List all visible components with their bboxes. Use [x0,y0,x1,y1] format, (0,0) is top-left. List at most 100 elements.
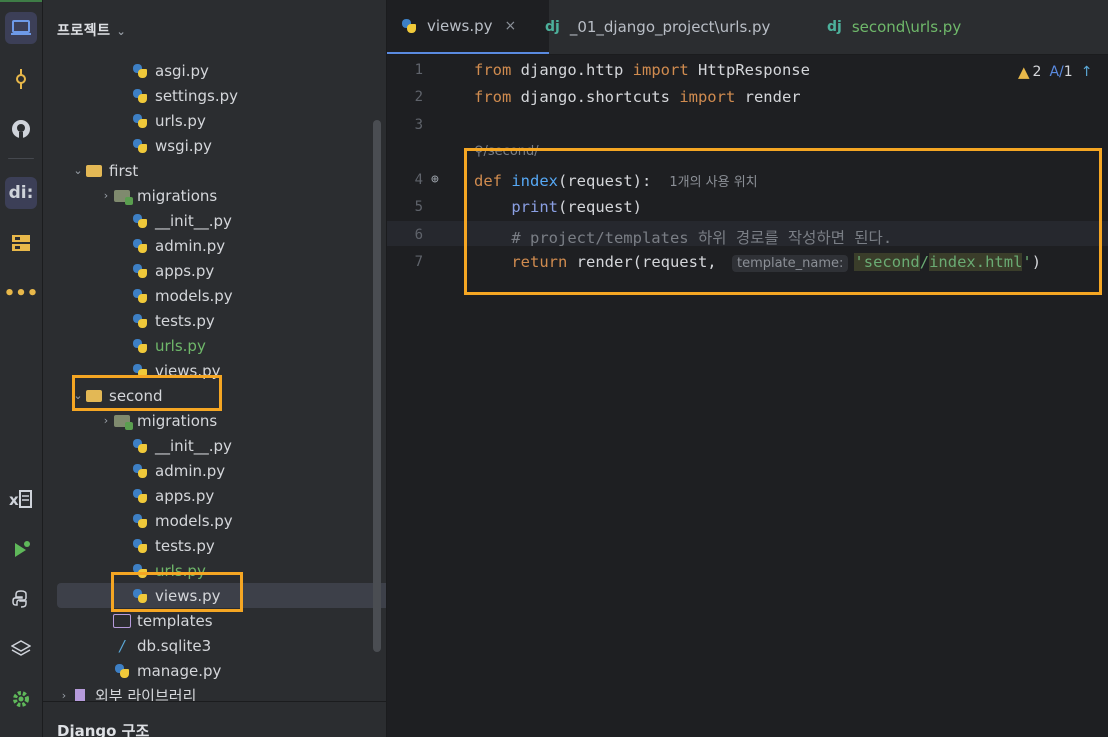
django-file-icon: dj [545,19,560,35]
tree-item[interactable]: admin.py [43,458,386,483]
tree-item[interactable]: settings.py [43,83,386,108]
templates-folder-icon [113,612,131,630]
chevron-right-icon[interactable]: › [99,189,113,202]
python-file-icon [131,512,149,530]
warning-count: 2 [1032,64,1042,80]
python-file-icon [131,312,149,330]
tree-item[interactable]: ⌄ first [43,158,386,183]
tree-item[interactable]: urls.py [43,333,386,358]
tree-item[interactable]: wsgi.py [43,133,386,158]
django-file-icon: dj [827,19,842,35]
tree-item[interactable]: / db.sqlite3 [43,633,386,658]
commit-icon[interactable] [5,63,37,95]
tab-label: second\urls.py [851,18,962,36]
find-usages-icon[interactable]: ⊕ [431,172,439,187]
python-file-icon [131,487,149,505]
python-file-icon [131,287,149,305]
tree-item-label: __init__.py [155,436,232,455]
close-icon[interactable]: × [505,18,517,34]
python-file-icon [131,112,149,130]
python-console-icon[interactable] [5,583,37,615]
project-icon[interactable] [5,12,37,44]
warning-icon: ▲ [1018,63,1030,81]
python-file-icon [131,62,149,80]
tree-item[interactable]: apps.py [43,483,386,508]
tree-item[interactable]: asgi.py [43,58,386,83]
tree-item-label: models.py [155,286,233,305]
code-line-2: from django.shortcuts import render [474,88,801,106]
django-structure-panel: Django 구조 [43,701,386,737]
migrations-folder-icon [113,412,133,430]
run-icon[interactable] [5,533,37,565]
annotation-second-folder-box [72,375,222,411]
tree-item-label: admin.py [155,236,226,255]
django-icon[interactable]: di: [5,177,37,209]
tree-item[interactable]: __init__.py [43,208,386,233]
layers-icon[interactable] [5,633,37,665]
tree-item[interactable]: models.py [43,508,386,533]
typo-icon: A/ [1049,64,1064,80]
tree-item[interactable]: urls.py [43,108,386,133]
tree-item-label: first [109,161,139,180]
editor-tab-bar: views.py × dj _01_django_project\urls.py… [387,0,1108,55]
python-file-icon [131,137,149,155]
line-number: 4 [414,172,423,188]
tree-item-label: settings.py [155,86,238,105]
tree-item[interactable]: apps.py [43,258,386,283]
tree-item[interactable]: manage.py [43,658,386,683]
tree-item-label: templates [137,611,213,630]
tree-scrollbar[interactable] [373,120,381,652]
structure-title: Django 구조 [57,722,150,737]
tree-item-label: wsgi.py [155,136,212,155]
arrow-up-icon[interactable]: ↑ [1081,64,1093,80]
tree-item-label: asgi.py [155,61,209,80]
tree-item[interactable]: › migrations [43,183,386,208]
tree-item[interactable]: tests.py [43,533,386,558]
project-panel-title[interactable]: 프로젝트 ⌄ [57,20,126,40]
python-file-icon [113,662,131,680]
tree-item-label: db.sqlite3 [137,636,212,655]
python-icon [401,18,417,34]
tab-project-urls[interactable]: dj _01_django_project\urls.py [545,0,770,54]
tree-item[interactable]: tests.py [43,308,386,333]
tab-views-py[interactable]: views.py × [387,0,549,54]
python-file-icon [131,537,149,555]
code-line-1: from django.http import HttpResponse [474,61,810,79]
tree-item[interactable]: models.py [43,283,386,308]
tree-item-label: urls.py [155,111,206,130]
tree-item[interactable]: __init__.py [43,433,386,458]
python-file-icon [131,262,149,280]
line-number: 6 [414,227,423,243]
folder-icon [85,162,103,180]
activity-bar: di: ••• x [0,0,43,737]
github-icon[interactable] [5,113,37,145]
svg-text:x: x [9,491,19,509]
tree-item[interactable]: admin.py [43,233,386,258]
tab-second-urls[interactable]: dj second\urls.py [827,0,961,54]
line-number: 5 [414,199,423,215]
tree-item[interactable]: › migrations [43,408,386,433]
divider [8,158,34,159]
line-number: 7 [414,254,423,270]
line-number: 3 [414,117,423,133]
tree-item-label: __init__.py [155,211,232,230]
line-number: 2 [414,89,423,105]
tree-item-label: urls.py [155,336,206,355]
tree-item-label: migrations [137,186,218,205]
settings-icon[interactable] [5,683,37,715]
annotation-views-py-box [111,572,243,612]
chevron-down-icon[interactable]: ⌄ [117,25,127,38]
structure-icon[interactable] [5,227,37,259]
tree-item-label: admin.py [155,461,226,480]
python-file-icon [131,437,149,455]
database-file-icon: / [119,636,125,655]
excel-icon[interactable]: x [5,483,37,515]
tree-item-label: models.py [155,511,233,530]
tree-item-label: apps.py [155,486,215,505]
chevron-down-icon[interactable]: ⌄ [71,164,85,177]
python-file-icon [131,237,149,255]
tree-item-label: tests.py [155,536,215,555]
inspection-widget[interactable]: ▲ 2 A/ 1 ↑ [1018,63,1092,81]
chevron-right-icon[interactable]: › [99,414,113,427]
more-icon[interactable]: ••• [4,277,39,309]
